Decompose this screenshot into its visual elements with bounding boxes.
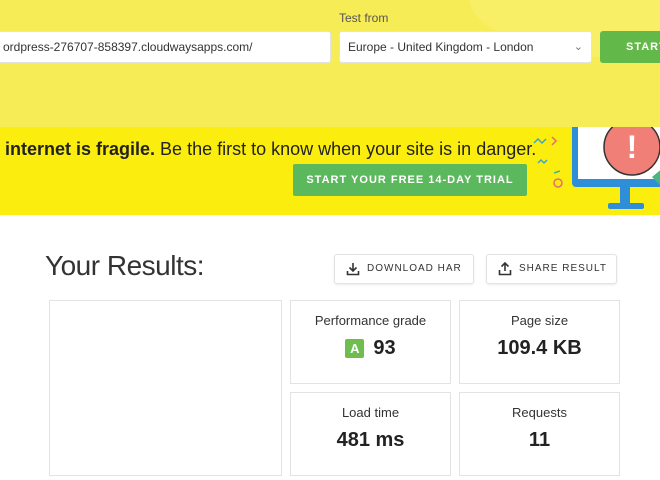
page-size-card: Page size 109.4 KB: [459, 300, 620, 384]
test-form-header: Test from ordpress-276707-858397.cloudwa…: [0, 0, 660, 127]
banner-message: internet is fragile. Be the first to kno…: [5, 139, 536, 160]
grade-badge: A: [345, 339, 365, 358]
requests-label: Requests: [512, 405, 567, 420]
download-har-label: DOWNLOAD HAR: [367, 263, 462, 274]
share-icon: [498, 262, 512, 276]
banner-headline-bold: internet is fragile.: [5, 139, 156, 159]
requests-card: Requests 11: [459, 392, 620, 476]
load-time-value: 481 ms: [336, 429, 405, 451]
load-time-card: Load time 481 ms: [290, 392, 451, 476]
promo-banner: internet is fragile. Be the first to kno…: [0, 127, 660, 215]
share-result-button[interactable]: SHARE RESULT: [486, 254, 617, 284]
banner-headline-rest: Be the first to know when your site is i…: [155, 139, 537, 159]
page-size-value: 109.4 KB: [497, 337, 582, 359]
region-select[interactable]: Europe - United Kingdom - London ⌄: [339, 31, 592, 63]
requests-value: 11: [528, 429, 551, 451]
load-time-label: Load time: [341, 405, 400, 420]
region-select-value: Europe - United Kingdom - London: [348, 40, 534, 54]
performance-grade-value: 93: [373, 337, 396, 359]
test-from-label: Test from: [339, 11, 389, 25]
performance-grade-row: A 93: [291, 337, 450, 360]
results-title: Your Results:: [45, 250, 205, 281]
share-result-label: SHARE RESULT: [519, 263, 607, 274]
alert-mark: !: [627, 129, 638, 165]
chevron-down-icon: ⌄: [573, 41, 583, 53]
download-icon: [346, 263, 360, 276]
page-screenshot-card: [49, 300, 282, 476]
start-test-button[interactable]: START: [600, 31, 660, 63]
performance-grade-label: Performance grade: [314, 313, 427, 328]
page-size-label: Page size: [510, 313, 569, 328]
start-trial-button[interactable]: START YOUR FREE 14-DAY TRIAL: [293, 164, 527, 196]
monitor-alert-illustration: !: [533, 127, 660, 209]
url-input[interactable]: ordpress-276707-858397.cloudwaysapps.com…: [0, 31, 331, 63]
download-har-button[interactable]: DOWNLOAD HAR: [334, 254, 474, 284]
performance-grade-card: Performance grade A 93: [290, 300, 451, 384]
